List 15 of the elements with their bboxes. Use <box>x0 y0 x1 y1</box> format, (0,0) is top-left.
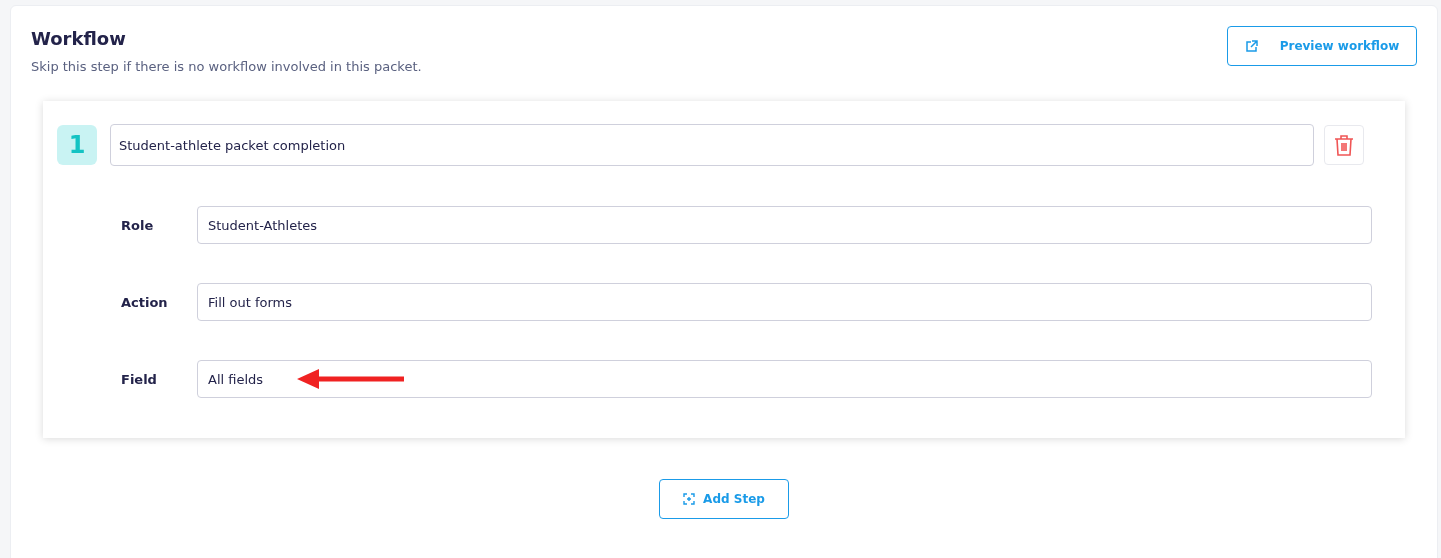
input-field[interactable]: Student-Athletes <box>197 206 1372 244</box>
field-label: Action <box>121 294 169 310</box>
add-icon <box>683 493 696 505</box>
input-field[interactable]: Fill out forms <box>197 283 1372 321</box>
field-label: Role <box>121 217 155 233</box>
step-name-field[interactable]: Student-athlete packet completion <box>110 124 1314 166</box>
input-field[interactable]: All fields <box>197 360 1372 398</box>
field-label: Field <box>121 371 158 387</box>
arrow-icon <box>297 369 404 389</box>
section-title: Workflow <box>31 28 127 49</box>
section-subtitle: Skip this step if there is no workflow involved in this packet. <box>31 59 422 74</box>
step-number: 1 <box>57 125 97 165</box>
external-link-icon <box>1244 39 1258 53</box>
delete-button[interactable] <box>1324 125 1364 165</box>
trash-icon <box>1334 133 1354 157</box>
